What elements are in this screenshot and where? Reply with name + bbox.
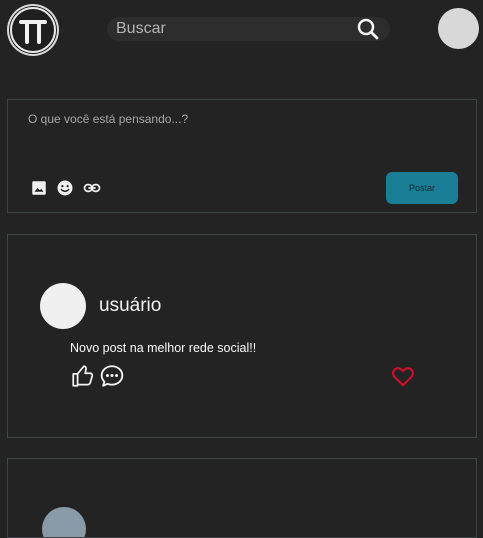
heart-icon[interactable] [390,363,416,389]
post-username[interactable]: usuário [99,295,161,317]
logo-icon[interactable] [7,4,59,56]
top-bar [0,0,483,60]
search-icon[interactable] [356,17,380,41]
like-icon[interactable] [70,363,96,389]
search-bar [107,17,390,41]
avatar[interactable] [40,283,86,329]
emoji-icon[interactable] [56,179,74,197]
post-composer: Postar [7,99,477,213]
image-icon[interactable] [30,179,48,197]
avatar[interactable] [42,507,86,537]
post-text: Novo post na melhor rede social!! [70,341,257,355]
comment-icon[interactable] [99,363,125,389]
avatar[interactable] [438,8,479,49]
post-input[interactable] [28,112,448,152]
post-card [7,458,477,538]
post-card: usuário Novo post na melhor rede social!… [7,234,477,438]
search-input[interactable] [116,19,346,39]
link-icon[interactable] [83,179,101,197]
post-button[interactable]: Postar [386,172,458,204]
